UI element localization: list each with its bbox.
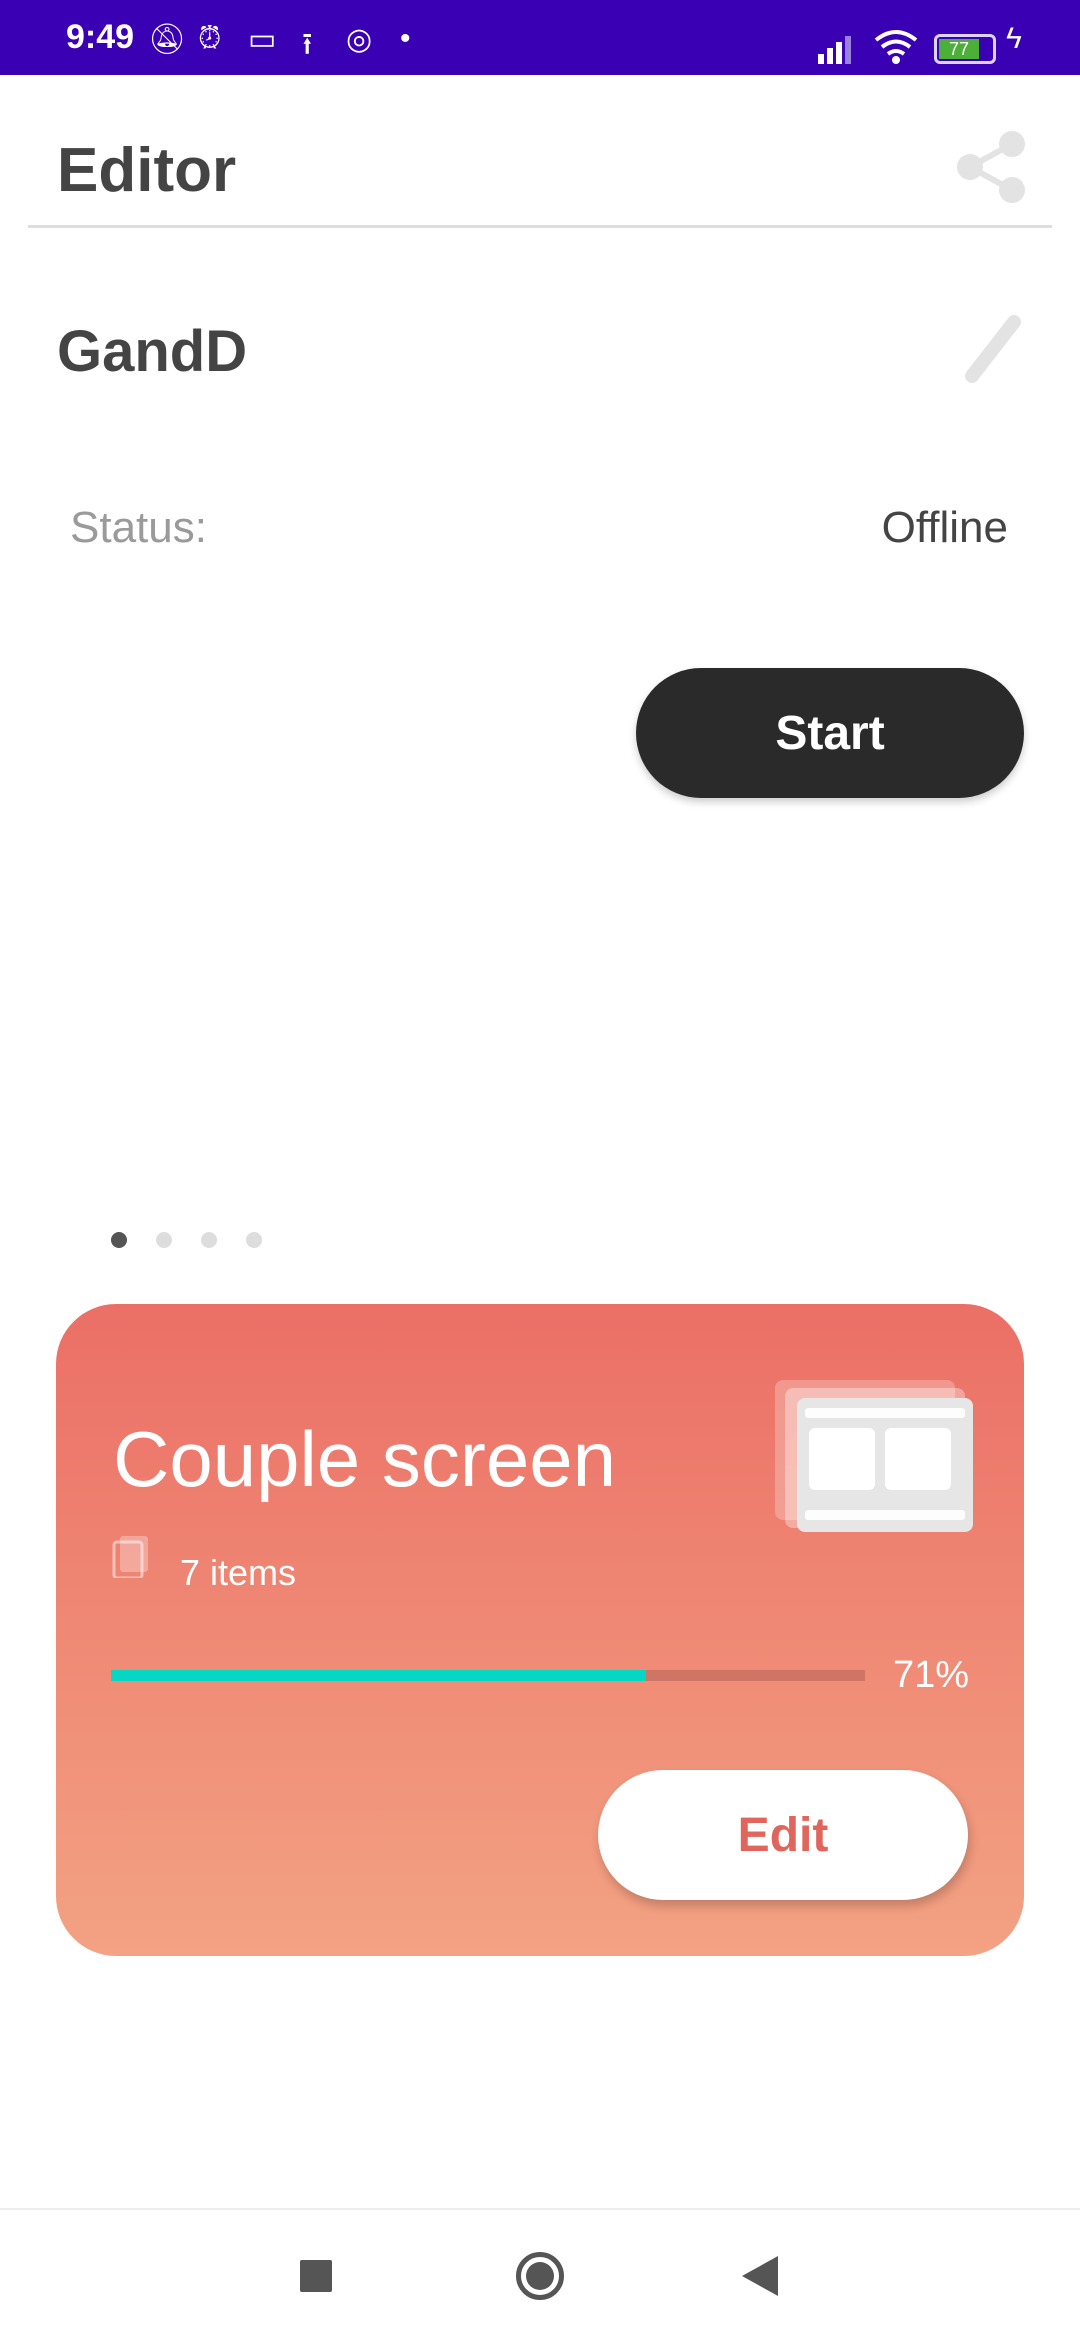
progress-fill: [111, 1670, 647, 1681]
status-label: Status:: [70, 503, 207, 552]
status-bar: 9:49 🔕︎ ⏰︎ ▭ ⭱ ◎ • 77 ϟ: [0, 0, 1080, 75]
battery-level: 77: [939, 39, 979, 59]
battery-icon: 77: [934, 34, 996, 64]
film-frames-icon: [775, 1380, 973, 1532]
navigation-bar: [0, 2208, 1080, 2340]
recents-square-icon[interactable]: [300, 2260, 332, 2292]
wifi-icon: [874, 30, 918, 64]
stack-icon: [112, 1536, 148, 1578]
page-indicator-dot[interactable]: [246, 1232, 262, 1248]
item-count: 7 items: [180, 1552, 297, 1593]
navigation-icon: ◎: [346, 23, 373, 56]
page-indicator-dot[interactable]: [156, 1232, 172, 1248]
header-divider: [28, 225, 1052, 228]
laptop-icon: ▭: [248, 23, 277, 56]
dot-icon: •: [400, 22, 411, 55]
alarm-icon: ⏰︎: [198, 22, 222, 55]
status-value: Offline: [881, 503, 1008, 552]
card-title: Couple screen: [113, 1415, 616, 1503]
progress-label: 71%: [893, 1654, 970, 1696]
page-indicator-dot-active[interactable]: [111, 1232, 127, 1248]
progress-bar: [111, 1670, 865, 1681]
project-name: GandD: [57, 319, 248, 384]
signal-icon: [818, 36, 851, 64]
back-triangle-icon[interactable]: [742, 2256, 778, 2296]
page-indicator-dot[interactable]: [201, 1232, 217, 1248]
pencil-icon[interactable]: [960, 314, 1026, 386]
share-icon[interactable]: [954, 130, 1028, 204]
edit-button[interactable]: Edit: [598, 1770, 968, 1900]
start-button[interactable]: Start: [636, 668, 1024, 798]
page-title: Editor: [57, 136, 237, 205]
upload-icon: ⭱: [302, 28, 313, 61]
bell-off-icon: 🔕︎: [148, 23, 187, 56]
clock: 9:49: [66, 18, 135, 56]
charging-icon: ϟ: [1006, 22, 1022, 55]
home-circle-icon[interactable]: [516, 2252, 564, 2300]
project-card[interactable]: Couple screen 7 items 71% Edit: [56, 1304, 1024, 1956]
